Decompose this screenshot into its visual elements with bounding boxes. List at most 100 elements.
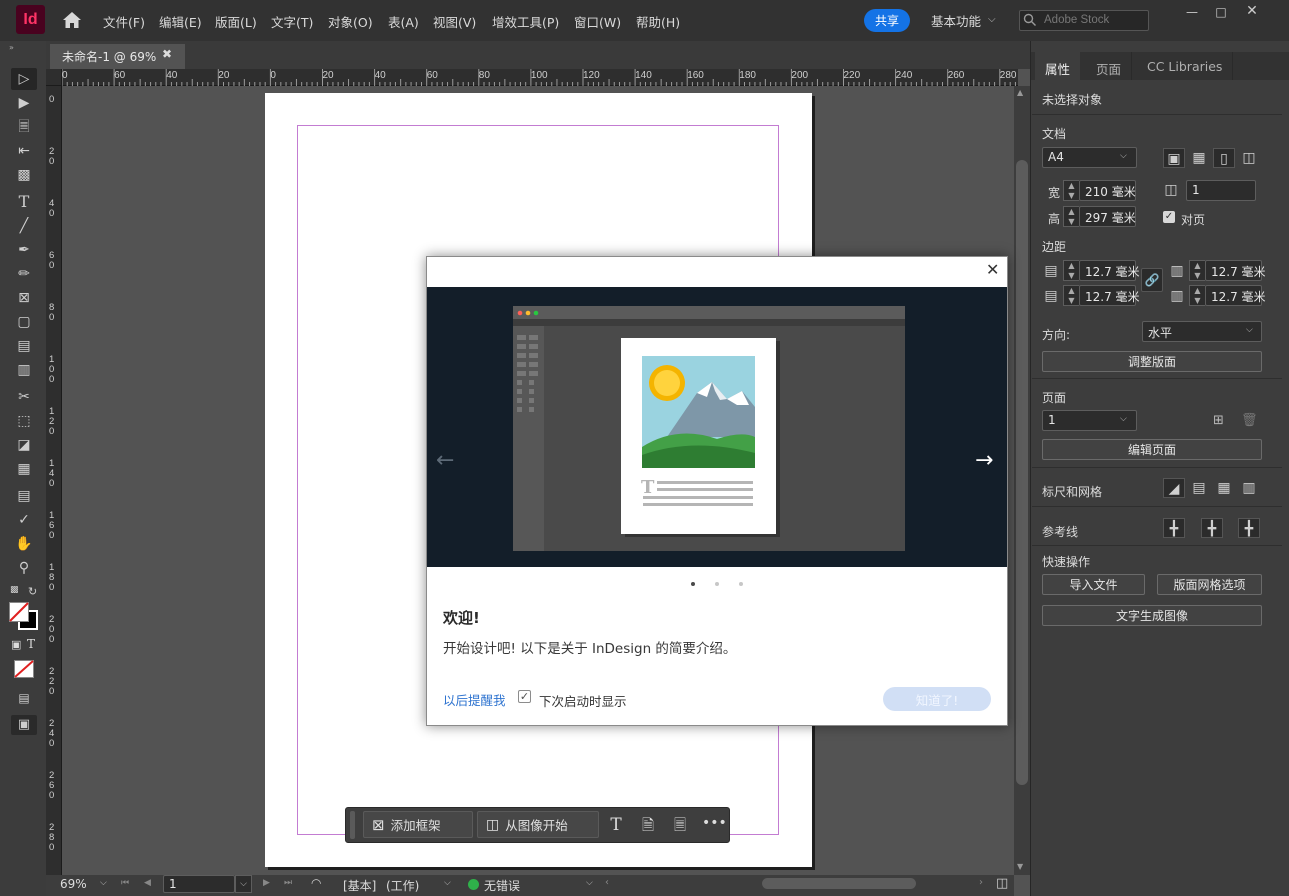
vertical-scroll-thumb[interactable] (1016, 160, 1028, 785)
close-icon[interactable]: ✕ (986, 262, 1000, 278)
layout-grid-options-button[interactable]: 版面网格选项 (1157, 574, 1262, 595)
link-margins-icon[interactable]: 🔗 (1141, 268, 1163, 292)
split-window-icon[interactable]: ◫ (996, 876, 1008, 891)
eyedropper-tool-icon[interactable]: ✓ (11, 510, 37, 530)
menu-type[interactable]: 文字(T) (271, 12, 313, 31)
height-field[interactable]: 297 毫米 (1079, 206, 1136, 227)
vertical-grid-tool-icon[interactable]: ▥ (11, 360, 37, 380)
horizontal-scroll-thumb[interactable] (762, 878, 916, 889)
adobe-stock-search-input[interactable]: Adobe Stock (1019, 10, 1149, 31)
tab-pages[interactable]: 页面 (1086, 52, 1133, 80)
open-page-icon[interactable]: ◠ (311, 876, 321, 890)
fill-none-swatch[interactable] (9, 602, 29, 622)
margin-outside-stepper-icon[interactable]: ▲ ▼ (1189, 285, 1205, 306)
text-frame-icon[interactable]: T (606, 815, 626, 835)
margin-top-stepper-icon[interactable]: ▲ ▼ (1063, 260, 1079, 281)
home-icon[interactable] (62, 11, 82, 29)
width-stepper-icon[interactable]: ▲ ▼ (1063, 180, 1079, 201)
landscape-orientation-icon[interactable]: ◫ (1238, 148, 1260, 168)
adjust-layout-button[interactable]: 调整版面 (1042, 351, 1262, 372)
note-tool-icon[interactable]: ▤ (11, 486, 37, 506)
margin-bottom-field[interactable]: 12.7 毫米 (1079, 285, 1140, 306)
margin-inside-stepper-icon[interactable]: ▲ ▼ (1189, 260, 1205, 281)
scroll-down-icon[interactable]: ▼ (1017, 862, 1023, 871)
slide-dot[interactable] (739, 582, 743, 586)
gradient-feather-tool-icon[interactable]: ▦ (11, 459, 37, 479)
minimize-icon[interactable]: — (1181, 5, 1203, 19)
height-stepper-icon[interactable]: ▲ ▼ (1063, 206, 1079, 227)
orientation-select[interactable]: 水平 (1142, 321, 1262, 342)
margin-bottom-stepper-icon[interactable]: ▲ ▼ (1063, 285, 1079, 306)
add-page-icon[interactable]: 🗏 (670, 815, 690, 840)
last-page-icon[interactable]: ⏭ (284, 878, 292, 888)
rectangle-tool-icon[interactable]: ▢ (11, 312, 37, 332)
gap-tool-icon[interactable]: ⇤ (11, 141, 37, 161)
type-tool-icon[interactable]: T (11, 192, 37, 212)
share-button[interactable]: 共享 (864, 9, 910, 32)
margin-outside-field[interactable]: 12.7 毫米 (1205, 285, 1266, 306)
free-transform-tool-icon[interactable]: ⬚ (11, 411, 37, 431)
line-tool-icon[interactable]: ╱ (11, 216, 37, 236)
scroll-left-icon[interactable]: ‹ (605, 877, 609, 888)
direct-selection-tool-icon[interactable]: ▶ (11, 93, 37, 113)
width-field[interactable]: 210 毫米 (1079, 180, 1136, 201)
close-window-icon[interactable]: ✕ (1241, 3, 1263, 19)
lock-guides-icon[interactable]: ╋ (1201, 518, 1223, 538)
slide-dot-active[interactable] (691, 582, 695, 586)
zoom-level[interactable]: 69% (60, 877, 87, 891)
page-tool-icon[interactable]: 🗏 (11, 117, 37, 137)
horizontal-grid-tool-icon[interactable]: ▤ (11, 336, 37, 356)
zoom-tool-icon[interactable]: ⚲ (11, 558, 37, 578)
edit-page-button[interactable]: 编辑页面 (1042, 439, 1262, 460)
smart-guides-icon[interactable]: ╋ (1238, 518, 1260, 538)
menu-plugins[interactable]: 增效工具(P) (492, 12, 559, 31)
menu-object[interactable]: 对象(O) (328, 12, 373, 31)
screen-mode-normal-icon[interactable]: ▤ (11, 688, 37, 708)
horizontal-ruler[interactable]: 0 60 40 20 0 20 40 60 80 100 120 140 160 180 200 220 240… (46, 69, 1018, 86)
got-it-button[interactable]: 知道了! (883, 687, 991, 711)
preflight-dropdown-icon[interactable]: ⌵ (586, 878, 593, 888)
intent-print-icon[interactable]: ▣ (1163, 148, 1185, 168)
formatting-container-icon[interactable]: ▣ (11, 638, 21, 651)
scroll-right-icon[interactable]: › (979, 877, 983, 888)
drag-handle[interactable] (350, 811, 355, 839)
scissors-tool-icon[interactable]: ✂ (11, 387, 37, 407)
hand-tool-icon[interactable]: ✋ (11, 534, 37, 554)
more-options-icon[interactable]: ••• (702, 815, 727, 831)
swap-fill-stroke-icon[interactable]: ↻ (28, 585, 37, 598)
preview-mode-icon[interactable]: ▣ (11, 715, 37, 735)
preflight-status[interactable]: 无错误 (484, 877, 520, 894)
page-number-field[interactable]: 1 (163, 875, 235, 893)
facing-pages-checkbox[interactable]: ✓ (1163, 211, 1175, 223)
chevron-down-icon[interactable]: ⌵ (1246, 325, 1253, 335)
close-document-icon[interactable]: ✖ (162, 47, 172, 61)
menu-window[interactable]: 窗口(W) (574, 12, 621, 31)
margin-top-field[interactable]: 12.7 毫米 (1079, 260, 1140, 281)
document-icon[interactable]: 🗎 (638, 815, 658, 840)
chevron-down-icon[interactable]: ⌵ (988, 14, 996, 25)
start-from-image-button[interactable]: ◫ 从图像开始 (477, 811, 599, 838)
vertical-ruler[interactable]: 0 20 40 60 80 100 120 140 160 180 200 220 240 260 280 (46, 86, 62, 876)
next-page-icon[interactable]: ▶ (263, 878, 270, 888)
chevron-down-icon[interactable]: ⌵ (1120, 414, 1127, 424)
show-guides-icon[interactable]: ╋ (1163, 518, 1185, 538)
baseline-grid-icon[interactable]: ▤ (1188, 478, 1210, 498)
document-grid-icon[interactable]: ▦ (1213, 478, 1235, 498)
previous-slide-icon[interactable]: ← (436, 448, 454, 473)
collapse-toolbar-icon[interactable]: » (9, 43, 14, 52)
ruler-icon[interactable]: ◢ (1163, 478, 1185, 498)
menu-view[interactable]: 视图(V) (433, 12, 476, 31)
slide-dot[interactable] (715, 582, 719, 586)
workspace-switcher[interactable]: 基本功能 (931, 11, 981, 30)
text-to-image-button[interactable]: 文字生成图像 (1042, 605, 1262, 626)
layout-grid-icon[interactable]: ▥ (1238, 478, 1260, 498)
add-frame-button[interactable]: ⊠ 添加框架 (363, 811, 473, 838)
mode-dropdown-icon[interactable]: ⌵ (444, 878, 451, 888)
menu-help[interactable]: 帮助(H) (636, 12, 680, 31)
pen-tool-icon[interactable]: ✒ (11, 240, 37, 260)
tab-cc-libraries[interactable]: CC Libraries (1137, 52, 1234, 80)
menu-file[interactable]: 文件(F) (103, 12, 145, 31)
previous-page-icon[interactable]: ◀ (144, 878, 151, 888)
content-collector-icon[interactable]: ▩ (11, 165, 37, 185)
chevron-down-icon[interactable]: ⌵ (1120, 151, 1127, 161)
